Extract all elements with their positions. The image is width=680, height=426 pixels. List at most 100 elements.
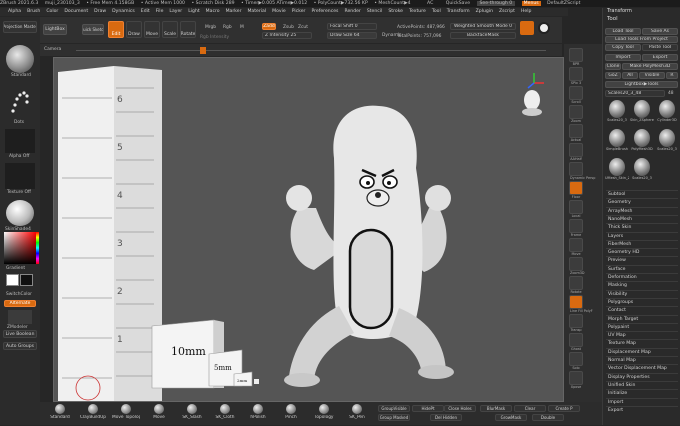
canvas-viewport[interactable]: 10mm 5mm 2mm 6 5 4 3 2 1 <box>53 57 564 402</box>
tool-section-preview[interactable]: Preview <box>606 256 678 263</box>
brush-slot-sk-pen[interactable]: SK_Pen <box>343 404 371 422</box>
menu-item-movie[interactable]: Movie <box>272 9 286 14</box>
zmodeler-icon[interactable] <box>8 310 32 324</box>
menu-item-zscript[interactable]: Zscript <box>499 9 515 14</box>
camera-slider-handle[interactable] <box>200 47 206 54</box>
menu-item-picker[interactable]: Picker <box>292 9 306 14</box>
menu-item-draw[interactable]: Draw <box>94 9 106 14</box>
default-script[interactable]: DefaultZScript <box>547 1 580 6</box>
right-shelf-button-6[interactable]: Dynamic Persp <box>569 162 595 180</box>
r-button[interactable]: R <box>666 72 678 79</box>
button-grow-mask[interactable]: GrowMask <box>495 414 527 421</box>
mrgb-button[interactable]: Mrgb <box>205 25 216 30</box>
focal-shift-slider[interactable]: Focal Shift 0 <box>327 23 377 30</box>
tool-section-display-properties[interactable]: Display Properties <box>606 372 678 380</box>
zsub-button[interactable]: Zsub <box>283 25 294 30</box>
tool-section-texture-map[interactable]: Texture Map <box>606 339 678 346</box>
tool-section-geometry[interactable]: Geometry <box>606 198 678 205</box>
tool-section-normal-map[interactable]: Normal Map <box>606 356 678 363</box>
tool-section-morph-target[interactable]: Morph Target <box>606 314 678 322</box>
button-clear[interactable]: Clear <box>514 405 546 412</box>
current-tool-slider[interactable]: Scales20_3_48 <box>605 90 665 97</box>
tool-section-fibermesh[interactable]: FiberMesh <box>606 239 678 247</box>
brush-slot-claybuildup[interactable]: ClayBuildUp <box>79 404 107 422</box>
tool-section-visibility[interactable]: Visibility <box>606 289 678 297</box>
right-shelf-button-12[interactable]: Rotate <box>569 276 583 294</box>
live-boolean-button[interactable]: Live Boolean <box>3 330 37 338</box>
menu-item-file[interactable]: File <box>156 9 164 14</box>
render-icon[interactable] <box>538 22 550 34</box>
move-button[interactable]: Move <box>144 21 160 38</box>
menu-item-help[interactable]: Help <box>521 9 531 14</box>
menu-item-edit[interactable]: Edit <box>141 9 150 14</box>
brush-slot-sk-cloth[interactable]: SK_Cloth <box>211 404 239 422</box>
right-shelf-button-13[interactable]: Line Fill PolyF <box>569 295 593 313</box>
tool-section-layers[interactable]: Layers <box>606 231 678 239</box>
right-shelf-button-5[interactable]: AAHalf <box>569 143 583 161</box>
projection-master-button[interactable]: Projection Master <box>3 21 37 33</box>
save-as-button[interactable]: Save As <box>642 28 678 35</box>
tool-section-polygroups[interactable]: Polygroups <box>606 297 678 305</box>
right-shelf-button-7[interactable]: Floor <box>569 181 583 199</box>
button-close-holes[interactable]: Close Holes <box>444 405 476 412</box>
button-del-hidden[interactable]: Del Hidden <box>430 414 462 421</box>
draw-button[interactable]: Draw <box>126 21 142 38</box>
tool-section-deformation[interactable]: Deformation <box>606 273 678 280</box>
tool-section-vector-displacement-map[interactable]: Vector Displacement Map <box>606 364 678 371</box>
menus-toggle[interactable]: Menus <box>521 1 541 6</box>
button-group-visible[interactable]: GroupVisible <box>378 405 410 412</box>
tool-section-arraymesh[interactable]: ArrayMesh <box>606 206 678 214</box>
menu-item-transform[interactable]: Transform <box>447 9 470 14</box>
alternate-button[interactable]: Alternate <box>4 300 36 307</box>
secondary-color-swatch[interactable] <box>20 274 33 286</box>
right-shelf-button-9[interactable]: Frame <box>569 219 583 237</box>
menu-item-stencil[interactable]: Stencil <box>367 9 383 14</box>
texture-thumbnail[interactable] <box>5 163 35 189</box>
menu-item-layer[interactable]: Layer <box>169 9 182 14</box>
brush-settings-icon[interactable] <box>520 21 534 35</box>
tool-section-import[interactable]: Import <box>606 397 678 405</box>
tool-section-masking[interactable]: Masking <box>606 281 678 288</box>
copy-tool-button[interactable]: Copy Tool <box>605 44 641 51</box>
brush-slot-move[interactable]: Move <box>145 404 173 422</box>
right-shelf-button-16[interactable]: Solo <box>569 352 583 370</box>
menu-item-render[interactable]: Render <box>344 9 360 14</box>
button-group-masked[interactable]: Group Masked <box>378 414 410 421</box>
zcut-button[interactable]: Zcut <box>298 25 308 30</box>
tool-section-thick-skin[interactable]: Thick Skin <box>606 223 678 230</box>
transform-header[interactable]: Transform <box>607 8 632 14</box>
edit-button[interactable]: Edit <box>108 21 124 38</box>
make-polymesh-button[interactable]: Make PolyMesh3D <box>622 63 678 70</box>
button-blur-mask[interactable]: BlurMask <box>480 405 512 412</box>
menu-item-brush[interactable]: Brush <box>27 9 40 14</box>
alpha-thumbnail[interactable] <box>5 129 35 153</box>
tool-section-subtool[interactable]: Subtool <box>606 190 678 197</box>
right-shelf-button-14[interactable]: Transp <box>569 314 583 332</box>
backface-mask-button[interactable]: BackfaceMask <box>450 32 516 39</box>
auto-groups-button[interactable]: Auto Groups <box>3 342 37 350</box>
export-button[interactable]: Export <box>642 54 678 61</box>
tool-thumbnail[interactable]: SimpleBrush <box>605 129 629 157</box>
right-shelf-button-10[interactable]: Move <box>569 238 583 256</box>
visible-button[interactable]: Visible <box>639 72 665 79</box>
weighted-smooth-slider[interactable]: Weighted Smooth Mode 0 <box>450 23 516 30</box>
brush-slot-move-topologic[interactable]: Move Topologic <box>112 404 140 422</box>
rgb-button[interactable]: Rgb <box>223 25 232 30</box>
menu-item-dynamics[interactable]: Dynamics <box>112 9 135 14</box>
all-button[interactable]: All <box>622 72 638 79</box>
switch-color-label[interactable]: SwitchColor <box>6 292 32 297</box>
tool-section-displacement-map[interactable]: Displacement Map <box>606 347 678 355</box>
right-shelf-button-3[interactable]: Zoom <box>569 105 583 123</box>
clone-button[interactable]: Clone <box>605 63 621 70</box>
right-shelf-button-15[interactable]: Ghost <box>569 333 583 351</box>
right-shelf-button-4[interactable]: Actual <box>569 124 583 142</box>
button-hide-pt[interactable]: HidePt <box>412 405 444 412</box>
draw-size-slider[interactable]: Draw Size 64 <box>327 32 377 39</box>
tool-section-export[interactable]: Export <box>606 405 678 413</box>
brush-slot-topology[interactable]: Topology <box>310 404 338 422</box>
menu-item-material[interactable]: Material <box>247 9 266 14</box>
tool-section-unified-skin[interactable]: Unified Skin <box>606 380 678 388</box>
camera-slider-track[interactable] <box>76 50 546 51</box>
right-shelf-button-0[interactable]: BPR <box>569 48 583 66</box>
quick-sketch-button[interactable]: Quick Sketch <box>82 24 104 35</box>
